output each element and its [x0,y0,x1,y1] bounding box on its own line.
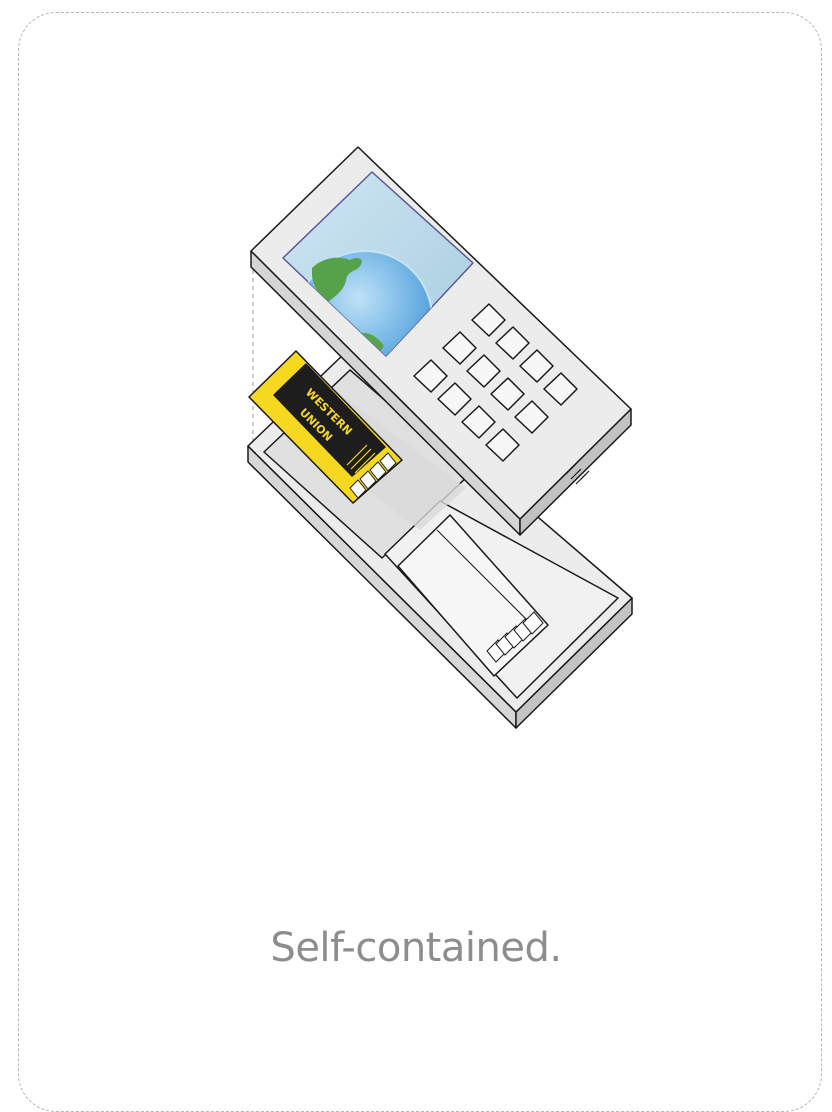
caption: Self-contained. [270,925,562,971]
